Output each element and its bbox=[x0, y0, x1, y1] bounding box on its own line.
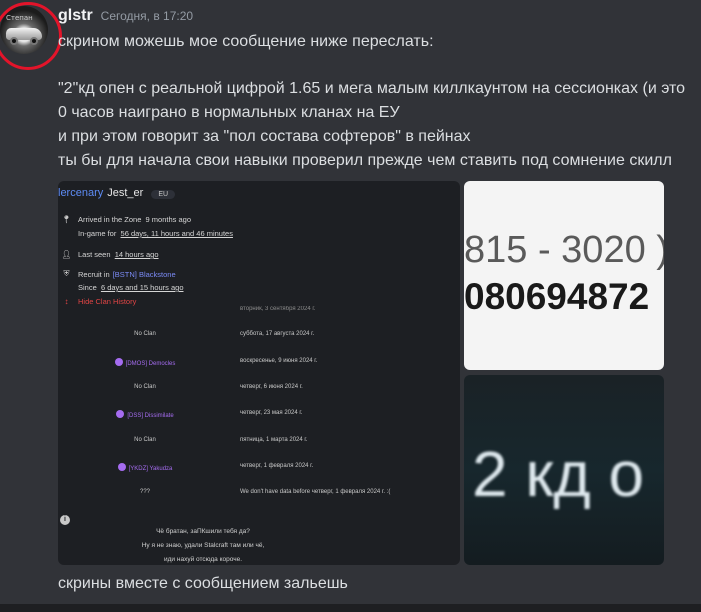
arrived-value: 9 months ago bbox=[145, 215, 191, 224]
info-icon: i bbox=[60, 515, 70, 525]
last-seen-value: 14 hours ago bbox=[114, 250, 159, 259]
bio-line: иди нахуй отсюда короче. bbox=[164, 556, 242, 563]
history-clan: No Clan bbox=[134, 384, 156, 390]
avatar[interactable]: Степан bbox=[0, 2, 62, 70]
message-line: 0 часов наиграно в нормальных кланах на … bbox=[58, 104, 400, 121]
arrived-row: 📍︎ Arrived in the Zone 9 months ago bbox=[58, 215, 191, 224]
image-text-line2: 080694872 bbox=[464, 276, 650, 317]
message-line: ты бы для начала свои навыки проверил пр… bbox=[58, 152, 672, 169]
attachment-number-screenshot[interactable]: 815 - 3020 ) - 080694872 bbox=[464, 181, 664, 370]
since-value: 6 days and 15 hours ago bbox=[100, 283, 184, 292]
person-icon: 👤︎ bbox=[61, 250, 72, 259]
history-clan[interactable]: [DMOS] Democles bbox=[70, 358, 220, 367]
history-date: четверг, 6 июня 2024 г. bbox=[240, 384, 303, 390]
history-clan: ??? bbox=[139, 489, 150, 495]
pin-icon: 📍︎ bbox=[61, 215, 72, 224]
ingame-value: 56 days, 11 hours and 46 minutes bbox=[120, 229, 233, 238]
last-seen-label: Last seen bbox=[78, 250, 111, 259]
ingame-row: In-game for 56 days, 11 hours and 46 min… bbox=[58, 229, 233, 238]
history-clan[interactable]: [YKDZ] Yakudza bbox=[70, 463, 220, 472]
message-line: "2"кд опен с реальной цифрой 1.65 и мега… bbox=[58, 80, 686, 97]
history-date: четверг, 1 февраля 2024 г. bbox=[240, 463, 314, 469]
ingame-label: In-game for bbox=[78, 229, 117, 238]
profile-name: Jest_er bbox=[107, 187, 144, 199]
profile-title-prefix: lercenary bbox=[58, 187, 104, 199]
image-text-line1: 815 - 3020 ) - bbox=[464, 229, 664, 271]
username[interactable]: glstr bbox=[58, 7, 93, 25]
clan-icon bbox=[117, 463, 126, 471]
history-date: воскресенье, 9 июня 2024 г. bbox=[240, 358, 318, 364]
clan-history-cut-row: вторник, 3 сентября 2024 г. bbox=[70, 306, 355, 314]
hide-history-button[interactable]: ↕ Hide Clan History bbox=[58, 297, 137, 306]
history-date: пятница, 1 марта 2024 г. bbox=[240, 437, 308, 443]
message-line: и при этом говорит за "пол состава софте… bbox=[58, 128, 471, 145]
history-clan: No Clan bbox=[134, 437, 156, 443]
profile-title: lercenary Jest_er EU bbox=[58, 187, 176, 199]
bio-line: Ну я не знаю, удали Stalcraft там или чё… bbox=[141, 542, 265, 549]
image-text: 2 кд о bbox=[472, 438, 645, 510]
message-header: glstr Сегодня, в 17:20 bbox=[58, 7, 193, 25]
attachment-profile-screenshot[interactable]: lercenary Jest_er EU 📍︎ Arrived in the Zon… bbox=[58, 181, 460, 565]
arrived-label: Arrived in the Zone bbox=[78, 215, 142, 224]
bio-line: Чё братан, заПКшили тебя да? bbox=[156, 528, 250, 535]
attachment-kd-screenshot[interactable]: 2 кд о bbox=[464, 375, 664, 565]
timestamp[interactable]: Сегодня, в 17:20 bbox=[101, 9, 193, 23]
region-badge: EU bbox=[151, 190, 176, 199]
shield-icon: ⛨ bbox=[63, 269, 70, 278]
message-footer: скрины вместе с сообщением зальешь bbox=[58, 575, 348, 592]
last-seen-row: 👤︎ Last seen 14 hours ago bbox=[58, 250, 159, 259]
recruit-row: ⛨ Recruit in [BSTN] Blackstone bbox=[58, 269, 176, 279]
history-date: суббота, 17 августа 2024 г. bbox=[240, 331, 315, 337]
since-label: Since bbox=[78, 283, 97, 292]
history-clan[interactable]: [DSS] Dissimilate bbox=[70, 410, 220, 419]
message-line: скрином можешь мое сообщение ниже пересл… bbox=[58, 33, 434, 50]
recruit-clan-link[interactable]: [BSTN] Blackstone bbox=[113, 270, 176, 279]
clan-icon bbox=[114, 358, 123, 366]
history-clan: No Clan bbox=[134, 331, 156, 337]
history-date: четверг, 23 мая 2024 г. bbox=[240, 410, 303, 416]
history-date: We don't have data before четверг, 1 фев… bbox=[240, 489, 391, 495]
since-row: Since 6 days and 15 hours ago bbox=[58, 283, 184, 292]
clan-icon bbox=[116, 410, 125, 418]
bottom-bar bbox=[0, 604, 701, 612]
collapse-icon: ↕ bbox=[64, 297, 69, 306]
hide-history-label: Hide Clan History bbox=[78, 297, 137, 306]
history-date: вторник, 3 сентября 2024 г. bbox=[240, 306, 316, 312]
highlight-circle bbox=[0, 2, 62, 70]
recruit-label: Recruit in bbox=[78, 269, 110, 279]
